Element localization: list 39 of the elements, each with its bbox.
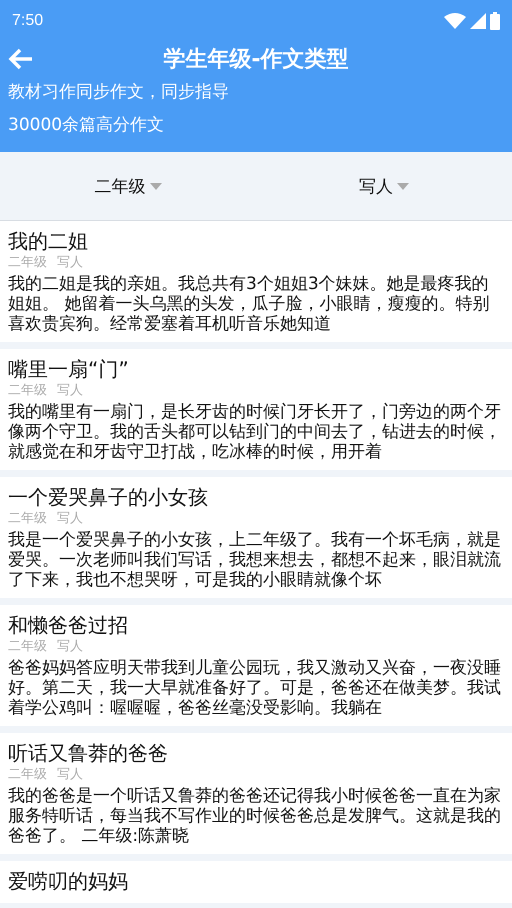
back-icon[interactable] <box>8 47 34 71</box>
essay-excerpt: 我的二姐是我的亲姐。我总共有3个姐姐3个妹妹。她是最疼我的姐姐。 她留着一头乌黑的头发，瓜子脸，小眼睛，瘦瘦的。特别喜欢贵宾狗。经常爱塞着耳机听音乐她知道 <box>8 274 490 334</box>
essay-type: 写人 <box>57 511 83 527</box>
essay-type: 写人 <box>57 767 83 783</box>
status-time: 7:50 <box>12 12 44 30</box>
essay-grade: 二年级 <box>8 255 47 271</box>
page-title: 学生年级-作文类型 <box>163 46 349 74</box>
essay-title: 嘴里一扇“门” <box>8 356 130 383</box>
filter-dropdown[interactable]: 写人 <box>256 152 512 220</box>
filter-dropdown[interactable]: 二年级 <box>0 152 256 220</box>
essay-excerpt: 我的爸爸是一个听话又鲁莽的爸爸还记得我小时候爸爸一直在为家服务特听话，每当我不写作业的时候爸爸总是发脾气。这就是我的爸爸了。 二年级:陈萧晓 <box>8 786 502 846</box>
essay-card[interactable]: 爱唠叨的妈妈 <box>0 861 512 903</box>
essay-excerpt: 我是一个爱哭鼻子的小女孩，上二年级了。我有一个坏毛病，就是爱哭。一次老师叫我们写话，我想来想去，都想不起来，眼泪就流了下来，我也不想哭呀，可是我的小眼睛就像个坏 <box>8 530 502 590</box>
signal-icon <box>470 13 486 29</box>
caret-icon <box>397 182 409 190</box>
essay-grade: 二年级 <box>8 383 47 399</box>
essay-type: 写人 <box>57 255 83 271</box>
essay-title: 我的二姐 <box>8 228 89 255</box>
essay-title: 一个爱哭鼻子的小女孩 <box>8 484 209 511</box>
essay-title: 听话又鲁莽的爸爸 <box>8 740 169 767</box>
essay-card[interactable]: 和懒爸爸过招 二年级 写人 爸爸妈妈答应明天带我到儿童公园玩，我又激动又兴奋，一夜没睡好。第二天，我一大早就准备好了。可是，爸爸还在做美梦。我试着学公鸡叫：喔喔喔，爸爸丝毫没受影响。我躺在 <box>0 605 512 726</box>
essay-card[interactable]: 听话又鲁莽的爸爸 二年级 写人 我的爸爸是一个听话又鲁莽的爸爸还记得我小时候爸爸一直在为家服务特听话，每当我不写作业的时候爸爸总是发脾气。这就是我的爸爸了。 二年级:陈萧晓 <box>0 733 512 854</box>
essay-card[interactable]: 嘴里一扇“门” 二年级 写人 我的嘴里有一扇门，是长牙齿的时候门牙长开了，门旁边的两个牙像两个守卫。我的舌头都可以钻到门的中间去了，钻进去的时候，就感觉在和牙齿守卫打战，吃冰棒的时候，用开着 <box>0 349 512 470</box>
header-subtitle: 教材习作同步作文，同步指导 <box>7 81 230 104</box>
essay-title: 和懒爸爸过招 <box>8 612 129 639</box>
essay-type: 写人 <box>57 383 83 399</box>
essay-card[interactable]: 我的二姐 二年级 写人 我的二姐是我的亲姐。我总共有3个姐姐3个妹妹。她是最疼我的姐姐。 她留着一头乌黑的头发，瓜子脸，小眼睛，瘦瘦的。特别喜欢贵宾狗。经常爱塞着耳机听音乐她知道 <box>0 221 512 342</box>
essay-card[interactable]: 一个爱哭鼻子的小女孩 二年级 写人 我是一个爱哭鼻子的小女孩，上二年级了。我有一个坏毛病，就是爱哭。一次老师叫我们写话，我想来想去，都想不起来，眼泪就流了下来，我也不想哭呀，可是我的小眼睛就像个坏 <box>0 477 512 598</box>
battery-icon <box>490 12 500 30</box>
essay-grade: 二年级 <box>8 767 47 783</box>
essay-title: 爱唠叨的妈妈 <box>8 868 129 895</box>
header-subtitle: 30000余篇高分作文 <box>7 114 166 137</box>
essay-type: 写人 <box>57 639 83 655</box>
essay-grade: 二年级 <box>8 639 47 655</box>
essay-excerpt: 我的嘴里有一扇门，是长牙齿的时候门牙长开了，门旁边的两个牙像两个守卫。我的舌头都可以钻到门的中间去了，钻进去的时候，就感觉在和牙齿守卫打战，吃冰棒的时候，用开着 <box>8 402 502 462</box>
essay-grade: 二年级 <box>8 511 47 527</box>
wifi-icon <box>444 13 466 29</box>
caret-icon <box>150 182 162 190</box>
essay-excerpt: 爸爸妈妈答应明天带我到儿童公园玩，我又激动又兴奋，一夜没睡好。第二天，我一大早就准备好了。可是，爸爸还在做美梦。我试着学公鸡叫：喔喔喔，爸爸丝毫没受影响。我躺在 <box>8 658 502 718</box>
